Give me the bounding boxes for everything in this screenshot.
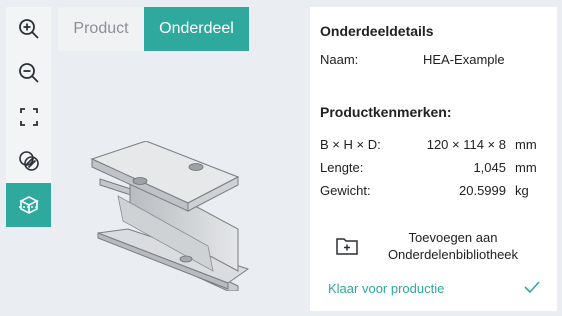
check-icon <box>524 281 540 294</box>
view-toolbar <box>6 7 51 227</box>
i-beam-model <box>90 141 250 291</box>
part-viewer: Product Onderdeel Onderdeeldetails Naam:… <box>0 0 562 316</box>
details-title: Onderdeeldetails <box>320 23 434 39</box>
fit-to-screen-button[interactable] <box>6 95 51 139</box>
length-label: Lengte: <box>320 160 364 175</box>
tab-part[interactable]: Onderdeel <box>144 7 249 51</box>
length-value: 1,045 <box>473 160 506 175</box>
details-panel: Onderdeeldetails Naam: HEA-Example Produ… <box>310 7 557 311</box>
dimensions-value: 120 × 114 × 8 <box>426 137 506 152</box>
dimensions-label: B × H × D: <box>320 137 381 152</box>
3d-viewport[interactable] <box>58 51 303 311</box>
weight-value: 20.5999 <box>459 183 506 198</box>
add-to-library-button[interactable]: Toevoegen aan Onderdelenbibliotheek <box>330 229 540 265</box>
fit-to-screen-icon <box>19 108 38 126</box>
folder-plus-icon <box>336 238 358 255</box>
zoom-in-button[interactable] <box>6 7 51 51</box>
name-label: Naam: <box>320 52 359 67</box>
3d-box-icon <box>18 196 39 214</box>
add-to-library-label: Toevoegen aan Onderdelenbibliotheek <box>387 230 519 262</box>
tab-product[interactable]: Product <box>58 7 144 51</box>
zoom-out-icon <box>18 63 39 83</box>
characteristics-title: Productkenmerken: <box>320 104 452 120</box>
length-unit: mm <box>515 160 537 175</box>
layers-button[interactable] <box>6 139 51 183</box>
weight-unit: kg <box>515 183 529 198</box>
weight-label: Gewicht: <box>320 183 371 198</box>
status-text: Klaar voor productie <box>328 281 445 296</box>
zoom-out-button[interactable] <box>6 51 51 95</box>
dimensions-unit: mm <box>515 137 537 152</box>
zoom-in-icon <box>18 19 39 39</box>
view-tabs: Product Onderdeel <box>58 7 249 51</box>
name-value: HEA-Example <box>423 52 505 67</box>
3d-view-button[interactable] <box>6 183 51 227</box>
layers-icon <box>18 151 39 171</box>
